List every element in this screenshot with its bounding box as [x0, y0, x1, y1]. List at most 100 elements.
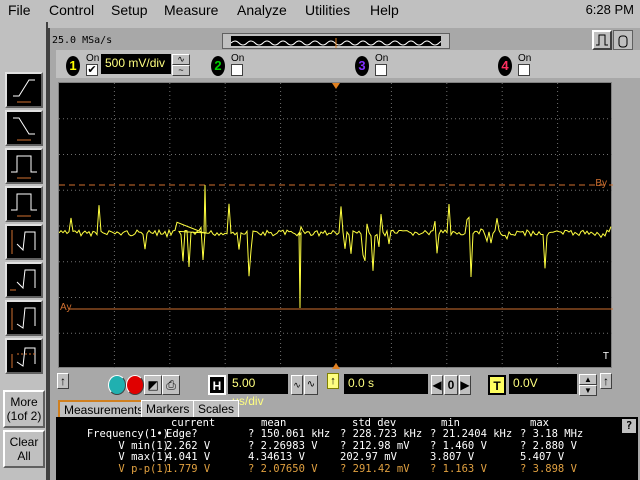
vmax-icon	[11, 307, 36, 330]
header-max: max	[530, 417, 549, 429]
more-button[interactable]: More (1of 2)	[3, 390, 45, 428]
horizontal-label[interactable]: H	[208, 375, 226, 395]
more-page-label: (1of 2)	[6, 409, 42, 423]
vamplitude-icon	[10, 269, 36, 291]
trigger-level-label: T	[602, 351, 609, 362]
help-button[interactable]: ?	[622, 419, 636, 433]
graticule	[59, 83, 613, 369]
channel-2-checkbox[interactable]	[231, 64, 243, 76]
marker-a-label: Ay	[60, 302, 72, 313]
channel-4-checkbox[interactable]	[518, 64, 530, 76]
channel-3-on-label: On	[375, 53, 389, 64]
measurement-std: ? 291.42 mV	[340, 462, 410, 475]
fall-time-icon	[13, 117, 35, 141]
channel-1-scale[interactable]: 500 mV/div	[101, 54, 171, 74]
vmax-button[interactable]	[5, 300, 43, 336]
waveform-display[interactable]: By Ay T	[58, 82, 613, 369]
measurement-name: Frequency(1•)	[86, 428, 169, 440]
trigger-down-button[interactable]: ▼	[579, 385, 597, 396]
menu-utilities[interactable]: Utilities	[305, 2, 350, 18]
channel-3-badge[interactable]: 3	[355, 56, 369, 76]
autoscale-button[interactable]: ◩	[144, 375, 162, 395]
header-min: min	[441, 417, 460, 429]
vamplitude-button[interactable]	[5, 262, 43, 298]
measurement-min: ? 1.163 V	[430, 462, 487, 475]
vpp-icon	[11, 230, 36, 254]
fall-time-button[interactable]	[5, 110, 43, 146]
tab-scales[interactable]: Scales	[193, 400, 240, 418]
channel-2-on-label: On	[231, 53, 245, 64]
measurement-min: ? 21.2404 kHz	[430, 428, 513, 440]
measurement-max: 5.407 V	[520, 451, 565, 463]
timebase-fine-button[interactable]: ∿	[291, 375, 303, 395]
channel-3-checkbox[interactable]	[375, 64, 387, 76]
clear-all-button[interactable]: Clear All	[3, 430, 45, 468]
measurement-name: V max(1)	[118, 451, 169, 463]
menu-analyze[interactable]: Analyze	[237, 2, 287, 18]
menu-setup[interactable]: Setup	[111, 2, 148, 18]
print-button[interactable]: ⎙	[162, 375, 180, 395]
run-mode-button[interactable]	[592, 30, 612, 50]
run-button[interactable]	[108, 375, 126, 395]
channel-1-checkbox[interactable]: ✔	[86, 64, 98, 76]
delay-right-button[interactable]: ▶	[459, 375, 471, 395]
timebase-field[interactable]: 5.00 µs/div	[228, 374, 288, 408]
menu-measure[interactable]: Measure	[164, 2, 218, 18]
vavg-button[interactable]	[5, 338, 43, 374]
measurement-std: ? 228.723 kHz	[340, 428, 423, 440]
scale-down-button[interactable]: ~	[172, 65, 190, 76]
measurement-std: 202.97 mV	[340, 451, 397, 463]
measurement-mean: ? 2.26983 V	[248, 439, 318, 452]
menu-help[interactable]: Help	[370, 2, 399, 18]
trigger-position-marker-bottom	[332, 363, 340, 369]
measurement-current: 2.262 V	[166, 439, 211, 452]
scroll-up-right-button[interactable]: ↑	[600, 373, 612, 389]
waveform-overview[interactable]	[222, 33, 450, 49]
scale-up-button[interactable]: ∿	[172, 54, 190, 65]
trigger-position-marker-top	[332, 83, 340, 89]
trigger-label[interactable]: T	[488, 375, 506, 395]
pulse-icon	[596, 34, 608, 46]
autoscale-icon: ◩	[147, 378, 159, 392]
channel-2-badge[interactable]: 2	[211, 56, 225, 76]
tab-markers[interactable]: Markers	[141, 400, 195, 418]
channel-4-on-label: On	[518, 53, 532, 64]
stop-button[interactable]	[126, 375, 144, 395]
header-std-dev: std dev	[352, 417, 397, 429]
measurements-table: current mean std dev min max Frequency(1…	[56, 417, 638, 480]
channel-4-badge[interactable]: 4	[498, 56, 512, 76]
measurement-current: Edge?	[166, 428, 198, 440]
measurement-mean: ? 150.061 kHz	[248, 428, 331, 440]
trigger-up-button[interactable]: ▲	[579, 374, 597, 385]
rise-time-icon	[13, 79, 35, 103]
rise-time-button[interactable]	[5, 72, 43, 108]
measurement-current: 1.779 V	[166, 462, 211, 475]
measurement-std: ? 212.98 mV	[340, 439, 410, 452]
frequency-button[interactable]	[5, 186, 43, 222]
trigger-level-field[interactable]: 0.0V	[509, 374, 577, 394]
timebase-coarse-button[interactable]: ∿	[304, 375, 318, 395]
all-label: All	[17, 449, 31, 463]
measurement-current: 4.041 V	[166, 451, 211, 463]
menu-bar: File Control Setup Measure Analyze Utili…	[0, 0, 640, 22]
delay-zero-button[interactable]: 0	[444, 375, 458, 395]
menu-control[interactable]: Control	[49, 2, 94, 18]
delay-field[interactable]: 0.0 s	[344, 374, 428, 394]
channel-1-badge[interactable]: 1	[66, 56, 80, 76]
waveform-svg	[59, 83, 613, 369]
menu-file[interactable]: File	[8, 2, 31, 18]
pulse-width-button[interactable]	[5, 148, 43, 184]
marker-b-label: By	[595, 178, 607, 189]
measurement-mean: 4.34613 V	[248, 451, 305, 463]
mouse-mode-button[interactable]	[613, 30, 633, 50]
scroll-up-left-button[interactable]: ↑	[57, 373, 69, 389]
sample-rate: 25.0 MSa/s	[52, 35, 113, 46]
frequency-icon	[11, 193, 37, 217]
delay-left-button[interactable]: ◀	[431, 375, 443, 395]
channel-1-trace	[59, 184, 612, 309]
vavg-icon	[11, 347, 37, 368]
measurement-max: ? 3.898 V	[520, 462, 577, 475]
printer-icon: ⎙	[166, 378, 176, 392]
mouse-icon	[618, 35, 628, 48]
vpp-button[interactable]	[5, 224, 43, 260]
